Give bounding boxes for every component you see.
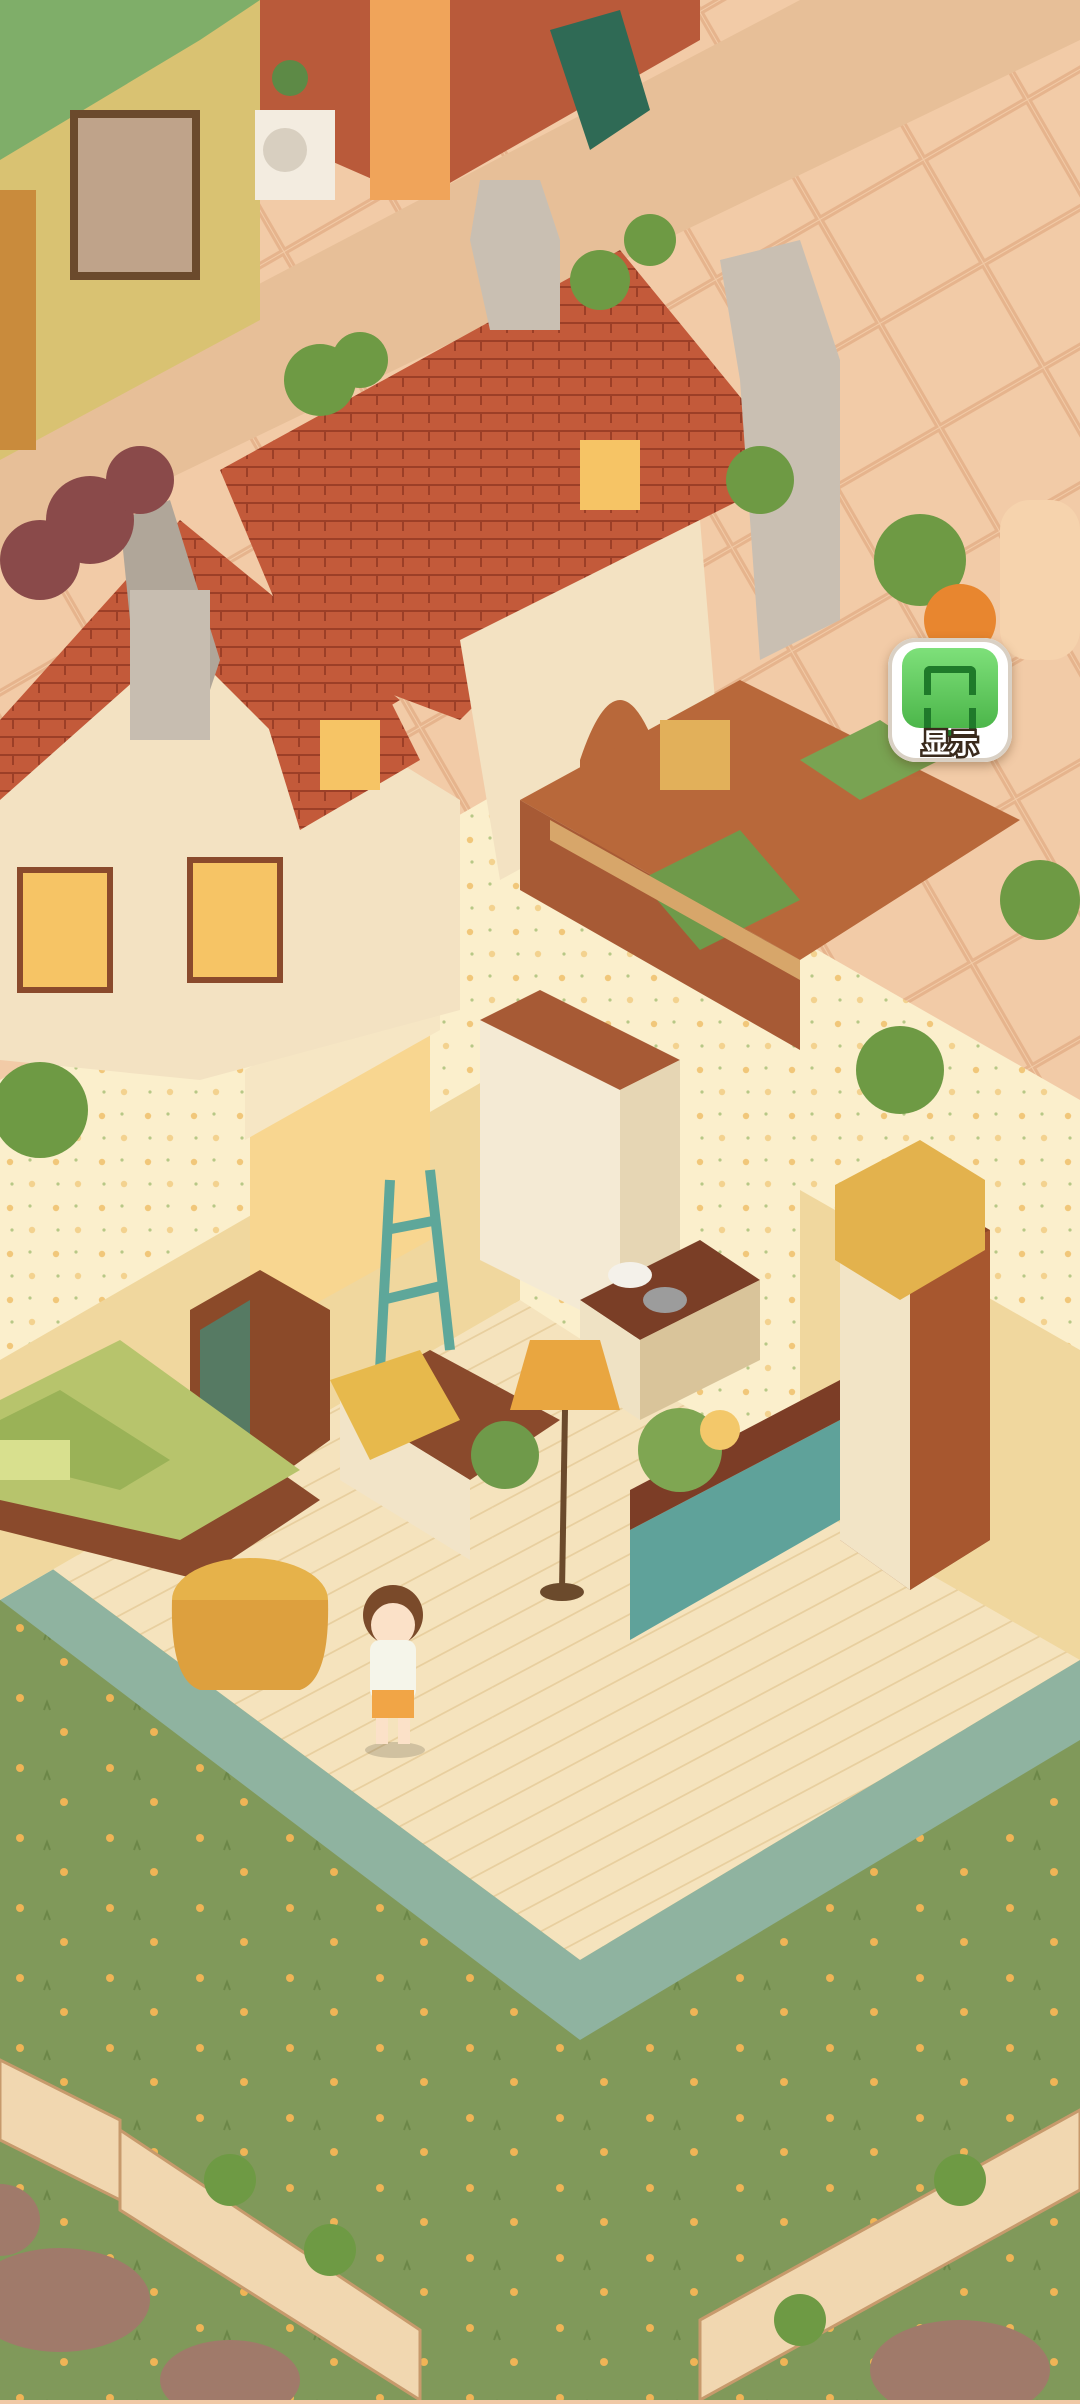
window-glow bbox=[320, 720, 380, 790]
game-scene: 显示 bbox=[0, 0, 1080, 2404]
neighbor-porch bbox=[1000, 500, 1080, 660]
show-toggle-button[interactable]: 显示 bbox=[888, 638, 1012, 763]
view-frame-icon bbox=[902, 648, 998, 737]
refrigerator bbox=[835, 1140, 990, 1590]
isometric-house-scene bbox=[0, 0, 1080, 2404]
round-table bbox=[171, 1558, 329, 1690]
show-button-label: 显示 bbox=[919, 725, 980, 763]
